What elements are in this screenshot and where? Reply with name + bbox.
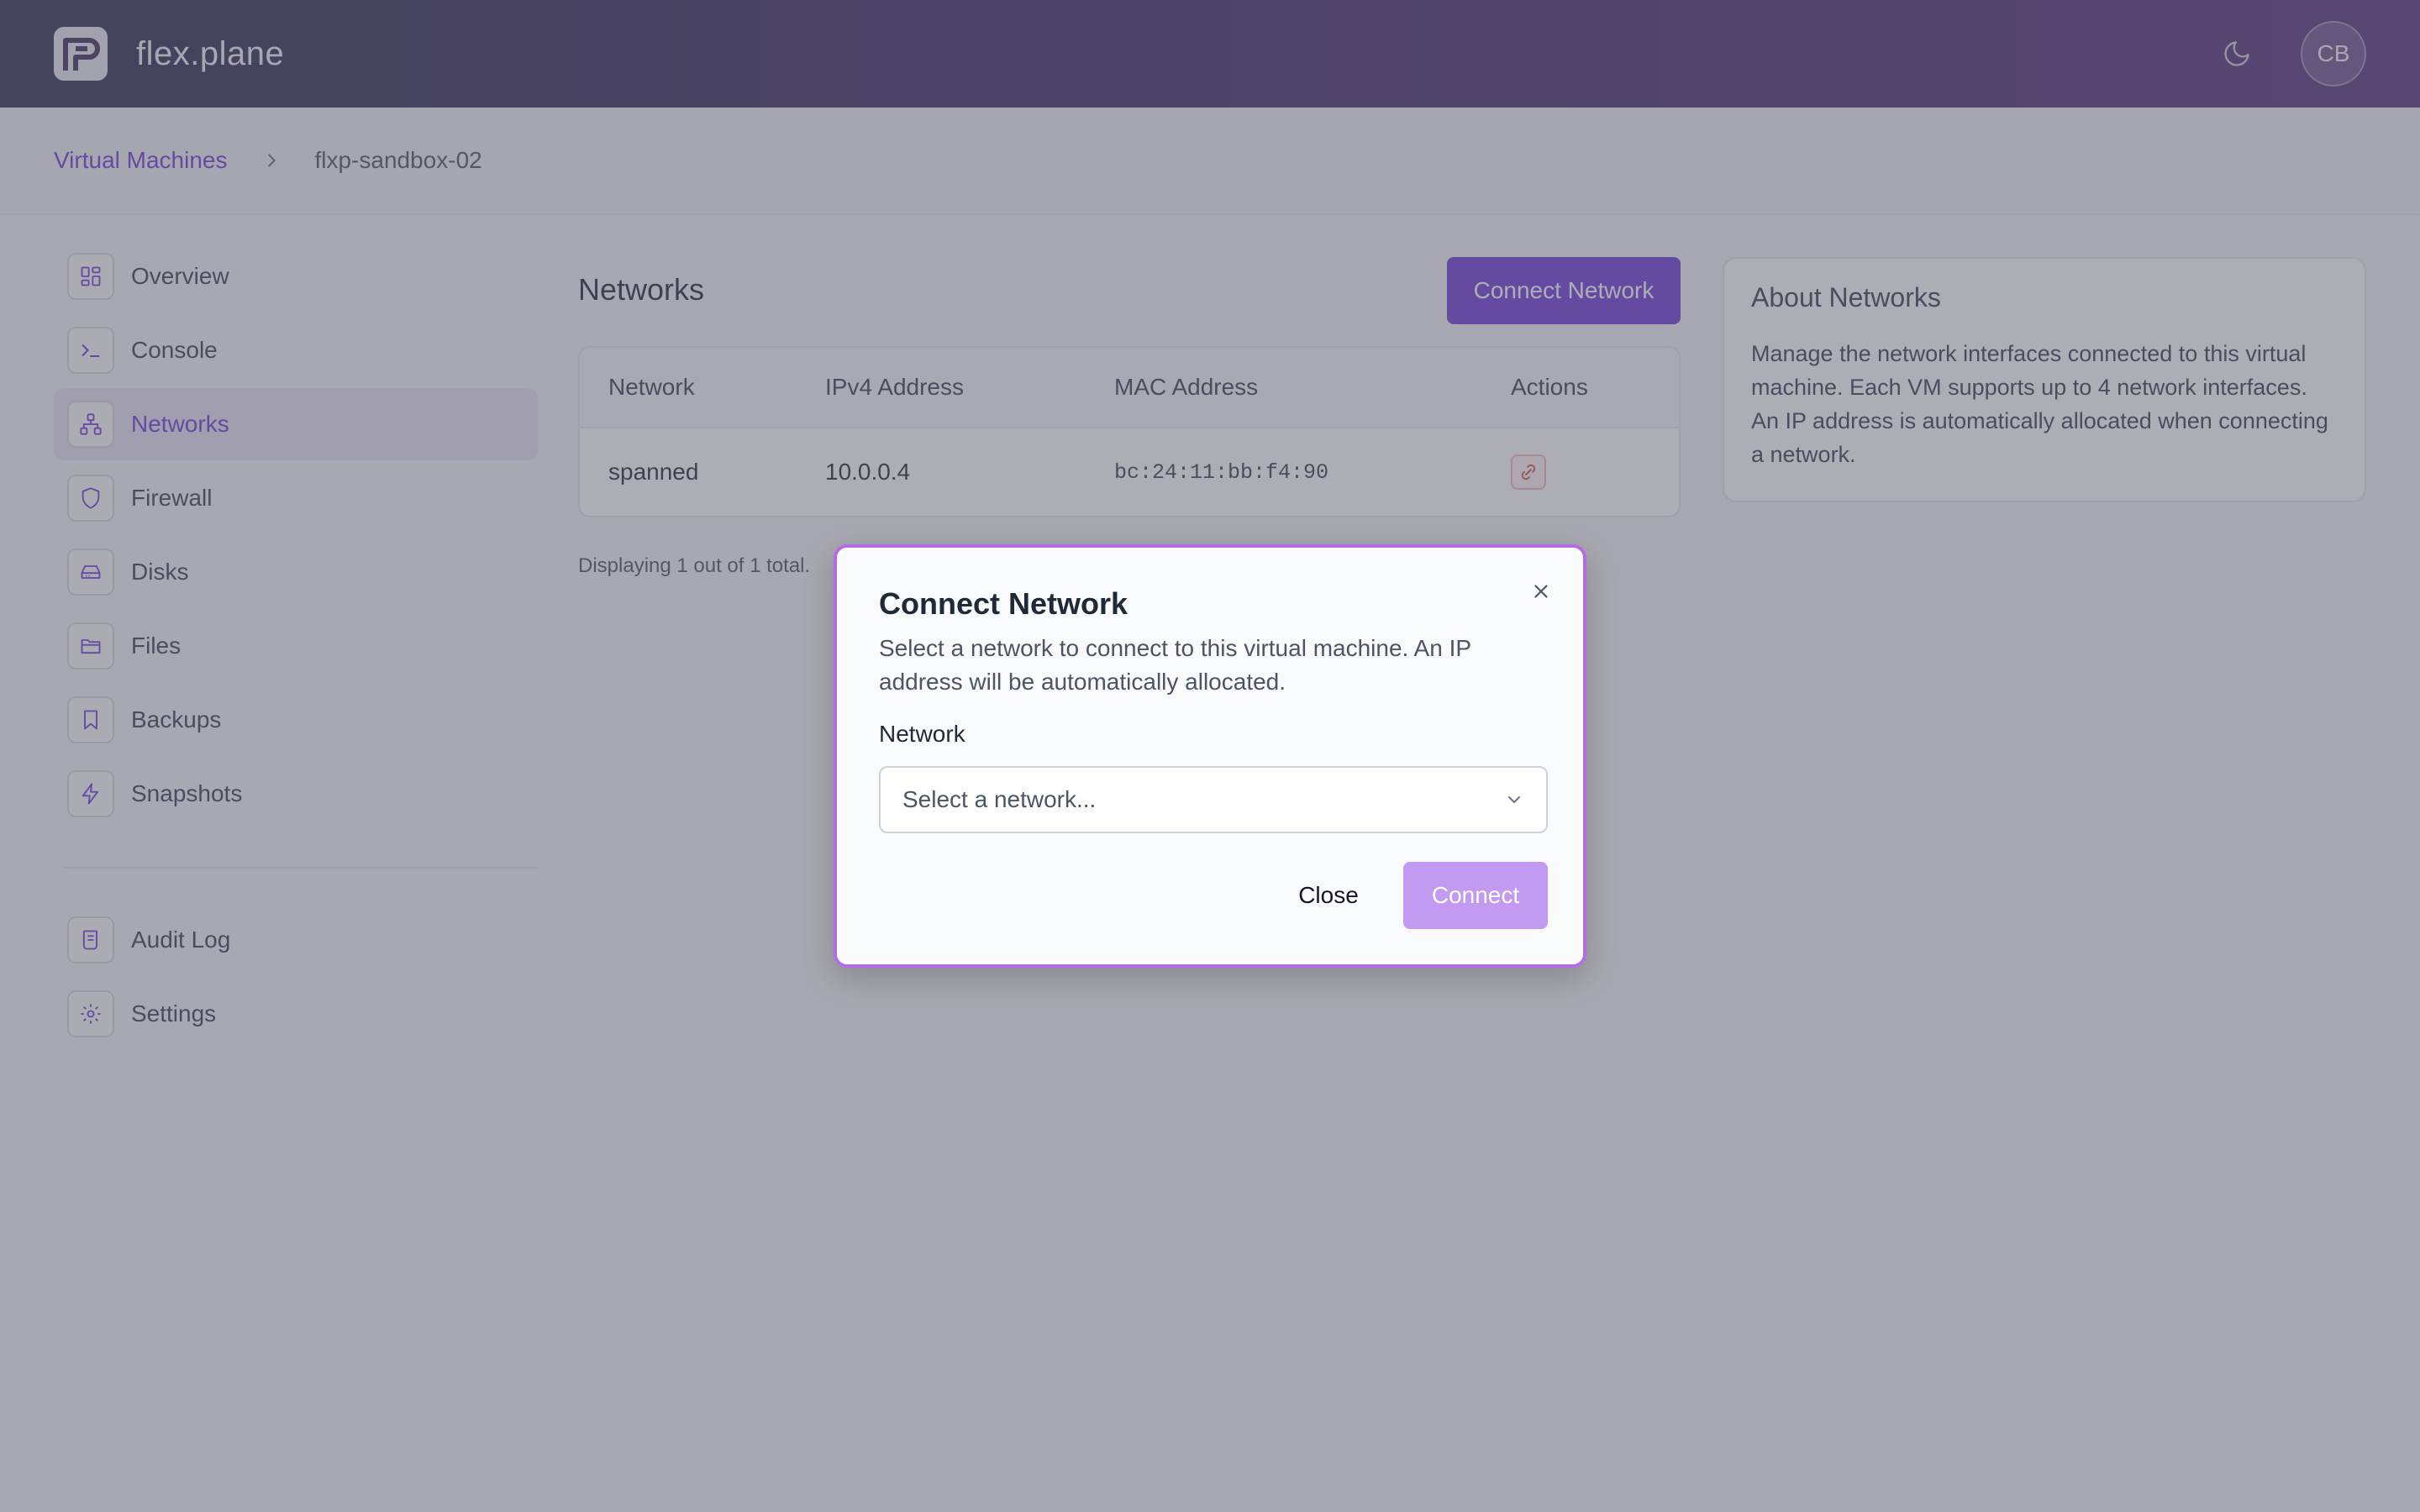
dialog-title: Connect Network (879, 586, 1128, 621)
close-button[interactable]: Close (1274, 862, 1383, 929)
connect-network-dialog: Connect Network Select a network to conn… (834, 544, 1586, 968)
close-icon[interactable] (1524, 575, 1558, 608)
chevron-down-icon (1504, 790, 1524, 810)
dialog-description: Select a network to connect to this virt… (879, 635, 1471, 695)
connect-button[interactable]: Connect (1403, 862, 1548, 929)
network-select[interactable]: Select a network... (879, 766, 1548, 833)
network-field-label: Network (879, 721, 965, 747)
network-select-placeholder: Select a network... (902, 786, 1097, 812)
